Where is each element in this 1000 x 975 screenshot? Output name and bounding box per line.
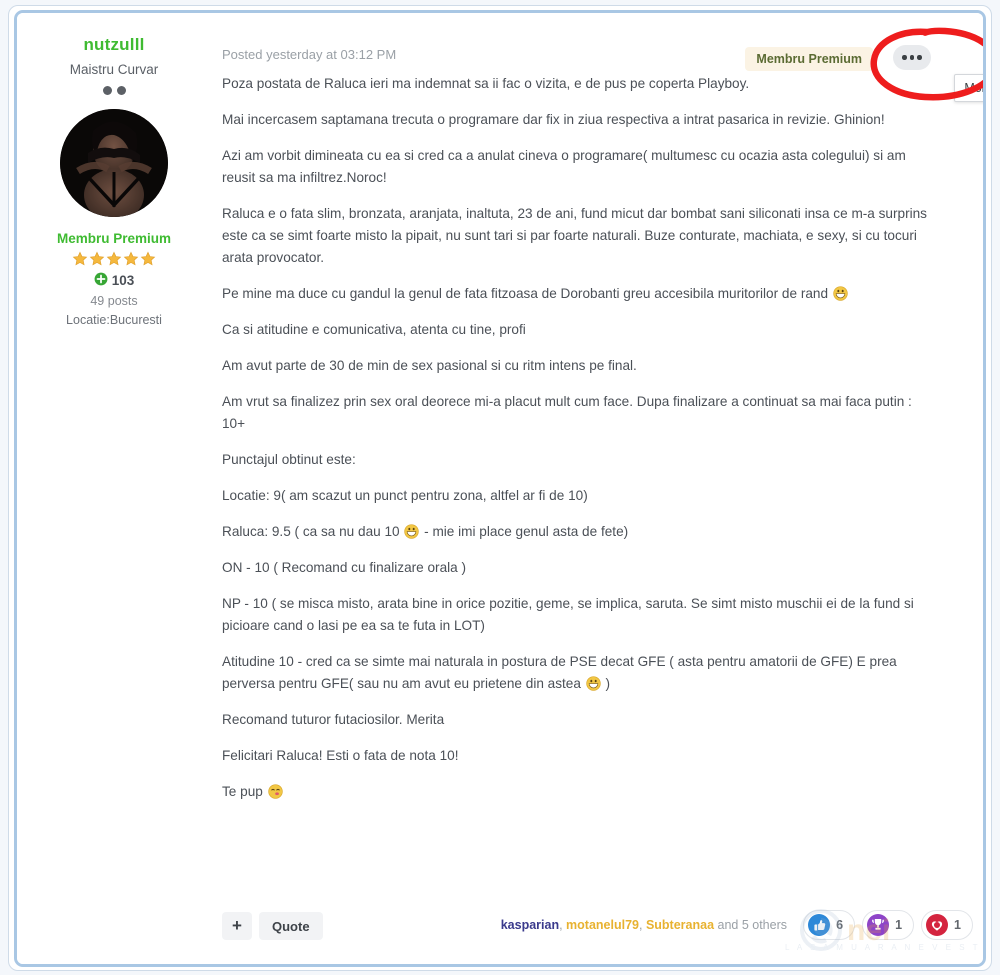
post-paragraph: NP - 10 ( se misca misto, arata bine in … <box>222 596 914 633</box>
reactor-separator: , <box>638 918 646 932</box>
star-icon <box>123 251 139 267</box>
post-paragraph: Am avut parte de 30 de min de sex pasion… <box>222 358 637 373</box>
post-header: Posted yesterday at 03:12 PM Membru Prem… <box>211 21 983 102</box>
avatar[interactable] <box>60 109 168 217</box>
author-username[interactable]: nutzulll <box>17 35 211 55</box>
author-post-count: 49 posts <box>90 294 138 308</box>
add-multiquote-button[interactable]: + <box>222 912 252 940</box>
post-paragraph-text: Atitudine 10 - cred ca se simte mai natu… <box>222 654 897 691</box>
reactors-suffix: and 5 others <box>714 918 788 932</box>
author-location: Locatie:Bucuresti <box>66 313 162 327</box>
kiss-emoji-icon <box>267 784 283 799</box>
forum-post: nutzulll Maistru Curvar Membru Premium 1… <box>17 13 983 964</box>
post-paragraph: Raluca e o fata slim, bronzata, aranjata… <box>222 206 927 265</box>
reaction-trophy[interactable]: 1 <box>862 910 915 940</box>
post-paragraph: Recomand tuturor futaciosilor. Merita <box>222 712 445 727</box>
reactors-list: kasparian, motanelul79, Subteranaa and 5… <box>501 918 787 932</box>
star-icon <box>106 251 122 267</box>
post-paragraph: Felicitari Raluca! Esti o fata de nota 1… <box>222 748 459 763</box>
author-group-label: Membru Premium <box>56 231 172 246</box>
author-rank-pips <box>17 86 211 95</box>
post-author-column: nutzulll Maistru Curvar Membru Premium 1… <box>17 21 211 327</box>
post-paragraph: Locatie: 9( am scazut un punct pentru zo… <box>222 488 588 503</box>
heart-icon <box>926 914 949 936</box>
post-paragraph: Ca si atitudine e comunicativa, atenta c… <box>222 322 526 337</box>
post-paragraph-text: Te pup <box>222 784 267 799</box>
post-actions: + Quote <box>222 912 323 940</box>
post-footer: + Quote kasparian, motanelul79, Subteran… <box>211 910 983 952</box>
post-paragraph: Pe mine ma duce cu gandul la genul de fa… <box>222 283 937 305</box>
post-paragraph: Azi am vorbit dimineata cu ea si cred ca… <box>222 148 906 185</box>
ellipsis-icon <box>902 55 907 60</box>
rank-pip-icon <box>116 86 126 95</box>
more-options-tooltip: More options... <box>954 74 983 102</box>
reaction-like[interactable]: 6 <box>803 910 856 940</box>
post-member-badge: Membru Premium <box>745 47 873 71</box>
reaction-badges: 6 1 1 <box>803 910 973 940</box>
quote-button[interactable]: Quote <box>259 912 323 940</box>
ellipsis-icon <box>909 55 915 60</box>
reactor-separator: , <box>559 918 567 932</box>
post-paragraph: Mai incercasem saptamana trecuta o progr… <box>222 112 885 127</box>
post-paragraph: ON - 10 ( Recomand cu finalizare orala ) <box>222 560 467 575</box>
star-icon <box>89 251 105 267</box>
post-paragraph-text: Raluca: 9.5 ( ca sa nu dau 10 <box>222 524 404 539</box>
post-paragraph: Atitudine 10 - cred ca se simte mai natu… <box>222 651 937 695</box>
ellipsis-icon <box>917 55 922 60</box>
post-paragraph-text: Pe mine ma duce cu gandul la genul de fa… <box>222 286 832 301</box>
thumbs-up-icon <box>808 914 831 936</box>
post-paragraph: Te pup <box>222 781 937 803</box>
author-star-rating <box>17 251 211 267</box>
author-rank-title: Maistru Curvar <box>69 62 159 77</box>
avatar-photo-icon <box>60 109 168 217</box>
rank-pip-icon <box>102 86 112 95</box>
post-paragraph-text: - mie imi place genul asta de fete) <box>420 524 629 539</box>
reputation-badge: 103 <box>17 272 211 289</box>
reactor-link[interactable]: kasparian <box>501 918 559 932</box>
reaction-count: 6 <box>836 918 844 932</box>
star-icon <box>72 251 88 267</box>
grin-emoji-icon <box>404 524 420 539</box>
reputation-plus-icon <box>94 272 108 289</box>
post-paragraph-text: ) <box>601 676 611 691</box>
post-body: Poza postata de Raluca ieri ma indemnat … <box>211 67 983 803</box>
post-paragraph: Raluca: 9.5 ( ca sa nu dau 10 - mie imi … <box>222 521 937 543</box>
grin-emoji-icon <box>833 286 848 301</box>
reaction-heart[interactable]: 1 <box>921 910 973 940</box>
reactor-link[interactable]: Subteranaa <box>646 918 714 932</box>
reaction-count: 1 <box>895 918 903 932</box>
star-icon <box>140 251 156 267</box>
post-paragraph: Poza postata de Raluca ieri ma indemnat … <box>222 76 750 91</box>
post-date: Posted yesterday at 03:12 PM <box>222 47 397 62</box>
reactor-link[interactable]: motanelul79 <box>566 918 639 932</box>
post-paragraph: Punctajul obtinut este: <box>222 452 356 467</box>
grin-emoji-icon <box>586 676 601 691</box>
trophy-icon <box>867 914 890 936</box>
post-paragraph: Am vrut sa finalizez prin sex oral deore… <box>222 394 912 431</box>
browser-page: nutzulll Maistru Curvar Membru Premium 1… <box>0 0 1000 975</box>
more-options-button[interactable] <box>893 45 931 70</box>
content-frame: nutzulll Maistru Curvar Membru Premium 1… <box>14 10 986 967</box>
post-content-column: Posted yesterday at 03:12 PM Membru Prem… <box>211 21 983 803</box>
reaction-count: 1 <box>954 918 961 932</box>
reputation-count: 103 <box>111 273 135 288</box>
